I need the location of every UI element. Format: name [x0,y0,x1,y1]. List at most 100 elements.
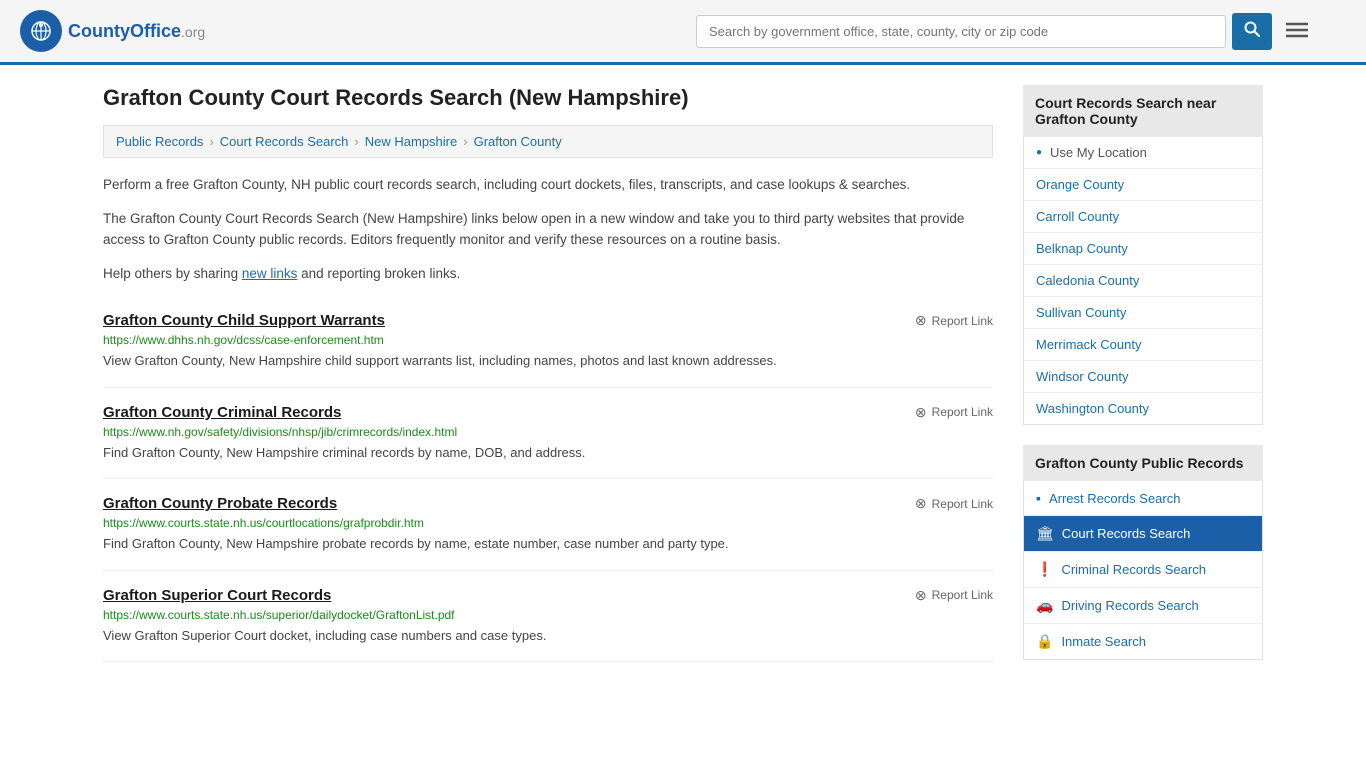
record-title[interactable]: Grafton County Probate Records [103,495,337,512]
new-links-link[interactable]: new links [242,266,298,281]
public-record-item[interactable]: ❗ Criminal Records Search [1024,552,1262,588]
report-link-label: Report Link [932,314,993,328]
county-name: Merrimack County [1036,337,1141,352]
public-record-item[interactable]: 🏛 Court Records Search [1024,516,1262,552]
record-desc: Find Grafton County, New Hampshire crimi… [103,443,993,463]
rec-icon: 🏛 [1036,525,1054,542]
county-name: Carroll County [1036,209,1119,224]
record-title[interactable]: Grafton County Criminal Records [103,404,341,421]
record-title[interactable]: Grafton County Child Support Warrants [103,312,385,329]
report-link-label: Report Link [932,405,993,419]
rec-icon: 🔒 [1036,633,1053,650]
nearby-county-item[interactable]: Caledonia County [1024,265,1262,297]
record-entry: Grafton Superior Court Records ⊗ Report … [103,571,993,663]
public-record-label: Criminal Records Search [1061,562,1206,577]
nearby-county-link[interactable]: Orange County [1024,169,1262,200]
record-entry: Grafton County Criminal Records ⊗ Report… [103,388,993,480]
nearby-county-item[interactable]: Sullivan County [1024,297,1262,329]
nearby-county-link[interactable]: Carroll County [1024,201,1262,232]
record-url: https://www.nh.gov/safety/divisions/nhsp… [103,425,993,439]
public-record-label: Court Records Search [1062,526,1191,541]
use-my-location-link[interactable]: ● Use My Location [1024,137,1262,168]
location-dot: ● [1036,147,1042,158]
search-input-wrapper [696,15,1226,48]
nearby-county-link[interactable]: Windsor County [1024,361,1262,392]
record-desc: View Grafton County, New Hampshire child… [103,351,993,371]
public-record-link[interactable]: 🚗 Driving Records Search [1024,588,1262,623]
nearby-county-item[interactable]: Windsor County [1024,361,1262,393]
public-record-item[interactable]: 🚗 Driving Records Search [1024,588,1262,624]
nearby-county-link[interactable]: Sullivan County [1024,297,1262,328]
record-title[interactable]: Grafton Superior Court Records [103,587,331,604]
logo-area[interactable]: CountyOffice.org [20,10,205,52]
breadcrumb-grafton-county[interactable]: Grafton County [474,134,562,149]
breadcrumb-sep-3: › [463,134,467,149]
public-record-label: Driving Records Search [1061,598,1198,613]
breadcrumb-public-records[interactable]: Public Records [116,134,203,149]
use-my-location-item[interactable]: ● Use My Location [1024,137,1262,169]
public-records-list: ▪ Arrest Records Search 🏛 Court Records Sea… [1023,481,1263,660]
county-name: Orange County [1036,177,1124,192]
rec-icon: 🚗 [1036,597,1053,614]
nearby-county-link[interactable]: Merrimack County [1024,329,1262,360]
nearby-section-title: Court Records Search near Grafton County [1023,85,1263,137]
public-record-item[interactable]: ▪ Arrest Records Search [1024,481,1262,516]
logo-icon [20,10,62,52]
report-link-btn[interactable]: ⊗ Report Link [915,587,993,604]
search-area [696,13,1316,50]
menu-button[interactable] [1278,14,1316,48]
breadcrumb-court-records[interactable]: Court Records Search [220,134,349,149]
nearby-county-item[interactable]: Carroll County [1024,201,1262,233]
rec-icon: ❗ [1036,561,1053,578]
public-records-section-title: Grafton County Public Records [1023,445,1263,481]
county-name: Caledonia County [1036,273,1139,288]
report-link-icon: ⊗ [915,495,927,512]
report-link-label: Report Link [932,497,993,511]
description-para3: Help others by sharing new links and rep… [103,263,993,285]
breadcrumb-sep-1: › [209,134,213,149]
description-para2: The Grafton County Court Records Search … [103,208,993,251]
record-entry: Grafton County Child Support Warrants ⊗ … [103,296,993,388]
use-location-label: Use My Location [1050,145,1147,160]
report-link-btn[interactable]: ⊗ Report Link [915,495,993,512]
nearby-county-link[interactable]: Washington County [1024,393,1262,424]
public-record-link[interactable]: 🏛 Court Records Search [1024,516,1262,551]
breadcrumb: Public Records › Court Records Search › … [103,125,993,158]
search-input[interactable] [696,15,1226,48]
record-url: https://www.dhhs.nh.gov/dcss/case-enforc… [103,333,993,347]
breadcrumb-new-hampshire[interactable]: New Hampshire [365,134,457,149]
county-name: Washington County [1036,401,1149,416]
public-record-label: Arrest Records Search [1049,491,1181,506]
public-record-link[interactable]: ❗ Criminal Records Search [1024,552,1262,587]
record-url: https://www.courts.state.nh.us/courtloca… [103,516,993,530]
record-entry: Grafton County Probate Records ⊗ Report … [103,479,993,571]
public-record-label: Inmate Search [1061,634,1146,649]
nearby-county-item[interactable]: Orange County [1024,169,1262,201]
public-record-link[interactable]: ▪ Arrest Records Search [1024,481,1262,515]
nearby-counties-list: ● Use My Location Orange County Carroll C… [1023,137,1263,425]
description-para1: Perform a free Grafton County, NH public… [103,174,993,196]
public-record-item[interactable]: 🔒 Inmate Search [1024,624,1262,659]
report-link-label: Report Link [932,588,993,602]
nearby-county-link[interactable]: Caledonia County [1024,265,1262,296]
nearby-county-item[interactable]: Washington County [1024,393,1262,424]
record-desc: Find Grafton County, New Hampshire proba… [103,534,993,554]
records-list: Grafton County Child Support Warrants ⊗ … [103,296,993,662]
nearby-county-item[interactable]: Belknap County [1024,233,1262,265]
nearby-county-item[interactable]: Merrimack County [1024,329,1262,361]
desc-para3-suffix: and reporting broken links. [297,266,460,281]
logo-text: CountyOffice.org [68,21,205,42]
search-button[interactable] [1232,13,1272,50]
content-area: Grafton County Court Records Search (New… [103,85,993,662]
public-record-link[interactable]: 🔒 Inmate Search [1024,624,1262,659]
rec-icon: ▪ [1036,490,1041,506]
county-name: Windsor County [1036,369,1128,384]
report-link-btn[interactable]: ⊗ Report Link [915,404,993,421]
county-name: Belknap County [1036,241,1128,256]
report-link-btn[interactable]: ⊗ Report Link [915,312,993,329]
nearby-county-link[interactable]: Belknap County [1024,233,1262,264]
breadcrumb-sep-2: › [354,134,358,149]
record-desc: View Grafton Superior Court docket, incl… [103,626,993,646]
site-header: CountyOffice.org [0,0,1366,65]
desc-para3-prefix: Help others by sharing [103,266,242,281]
